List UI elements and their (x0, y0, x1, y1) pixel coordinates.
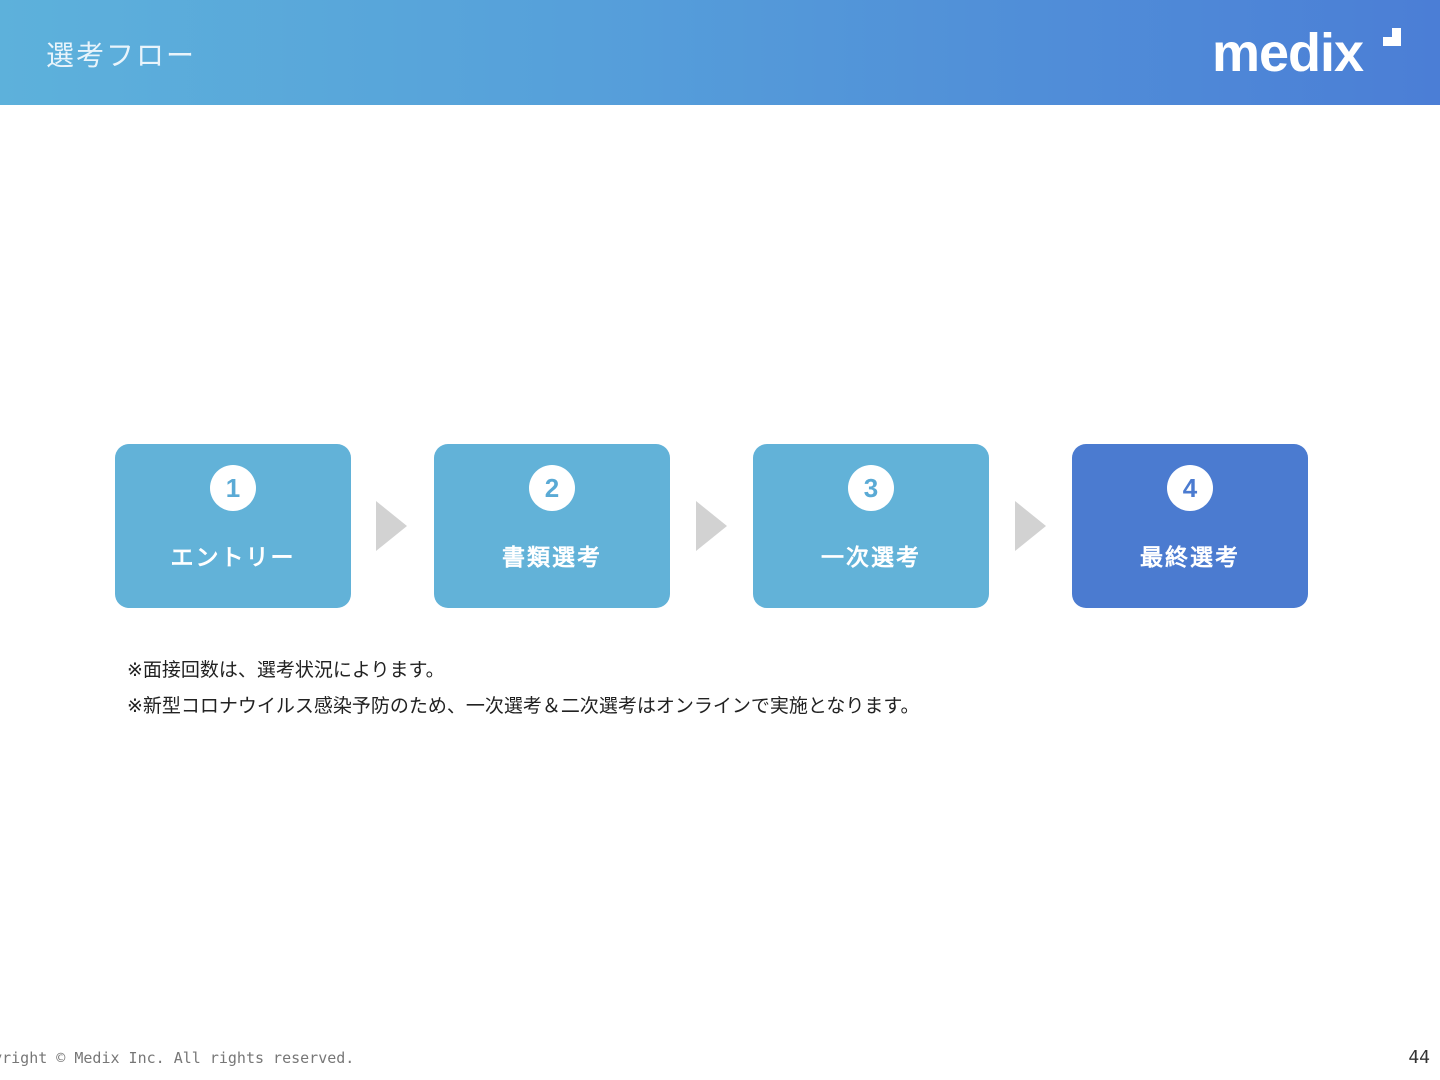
step-number-badge: 3 (848, 465, 894, 511)
flow-arrow-icon (696, 501, 727, 551)
copyright: Copyright © Medix Inc. All rights reserv… (0, 1049, 355, 1067)
step-number-badge: 1 (210, 465, 256, 511)
step-label: 一次選考 (821, 545, 921, 571)
step-label: 書類選考 (502, 545, 602, 571)
page-number: 44 (1408, 1047, 1430, 1068)
step-number-badge: 2 (529, 465, 575, 511)
step-document-screening: 2 書類選考 (434, 444, 670, 608)
flow-arrow-icon (376, 501, 407, 551)
logo-pixel-icon (1392, 28, 1401, 37)
medix-logo: medix (1212, 22, 1412, 84)
notes: ※面接回数は、選考状況によります。 ※新型コロナウイルス感染予防のため、一次選考… (127, 652, 919, 724)
note-online-interview: ※新型コロナウイルス感染予防のため、一次選考＆二次選考はオンラインで実施となりま… (127, 695, 920, 717)
flow-arrow-icon (1015, 501, 1046, 551)
selection-flow: 1 エントリー 2 書類選考 3 一次選考 4 最終選考 (0, 444, 1440, 609)
note-interview-count: ※面接回数は、選考状況によります。 (127, 659, 445, 681)
step-label: エントリー (170, 545, 296, 571)
page-title: 選考フロー (46, 39, 197, 72)
header-bar: 選考フロー medix (0, 0, 1440, 105)
step-number-badge: 4 (1167, 465, 1213, 511)
logo-text: medix (1212, 23, 1364, 83)
step-entry: 1 エントリー (115, 444, 351, 608)
logo-pixel-icon (1383, 37, 1392, 46)
step-first-interview: 3 一次選考 (753, 444, 989, 608)
step-label: 最終選考 (1140, 545, 1240, 571)
logo-pixel-icon (1392, 37, 1401, 46)
step-final-interview: 4 最終選考 (1072, 444, 1308, 608)
